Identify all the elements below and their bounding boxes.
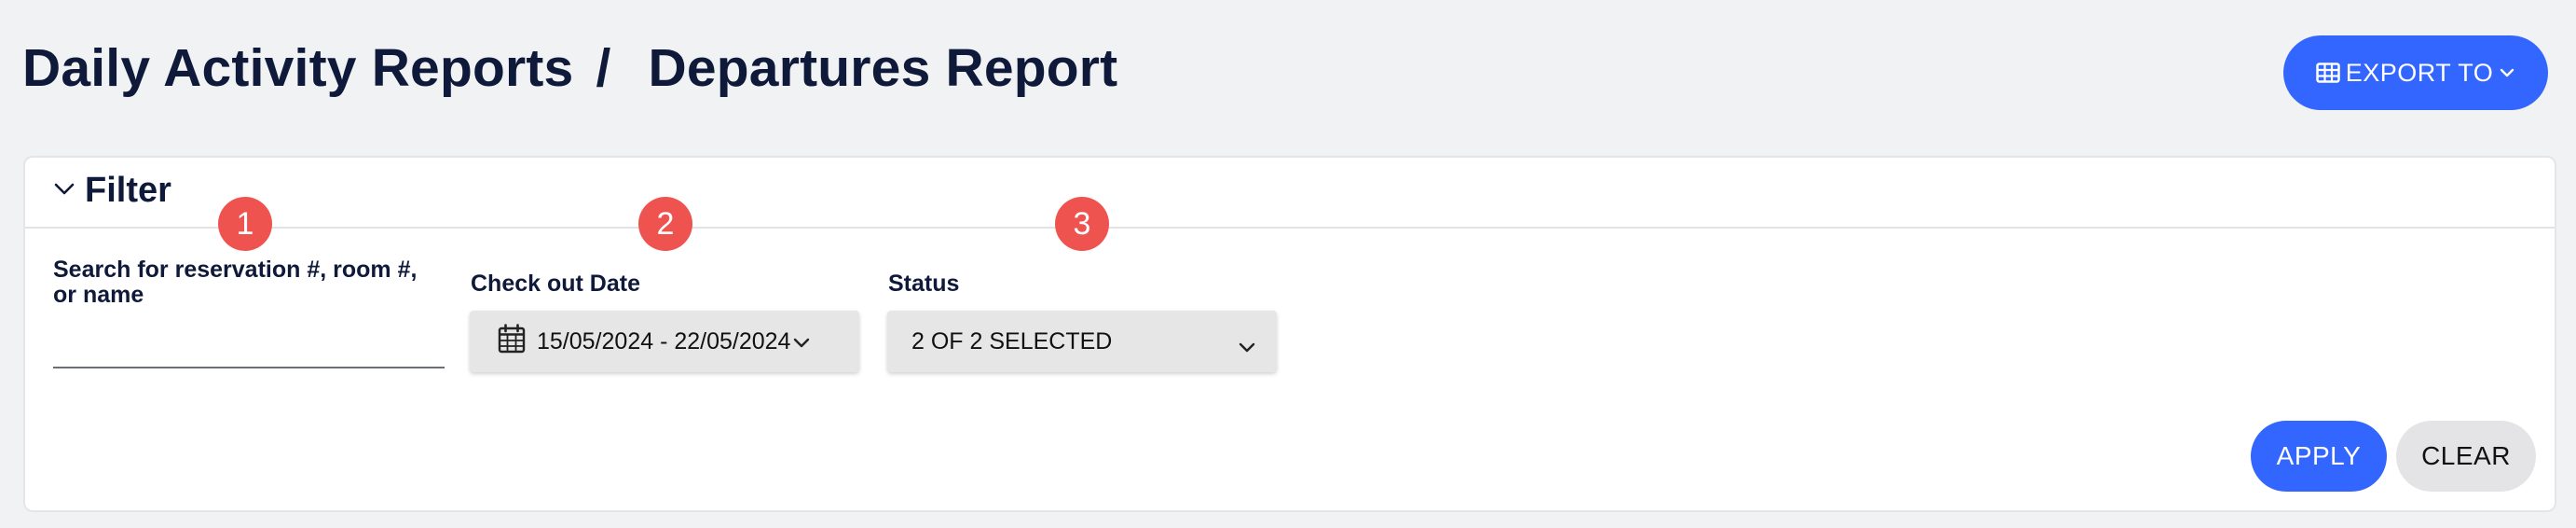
checkout-date-label: Check out Date [471,271,640,297]
step-badge-1: 1 [218,197,272,251]
checkout-date-value: 15/05/2024 - 22/05/2024 [537,327,791,354]
export-button-label: EXPORT TO [2345,58,2494,87]
clear-button[interactable]: CLEAR [2396,421,2536,492]
breadcrumb-parent[interactable]: Daily Activity Reports [22,37,573,99]
status-value: 2 OF 2 SELECTED [911,327,1113,354]
filter-title: Filter [85,171,171,210]
step-badge-3: 3 [1055,197,1109,251]
status-select[interactable]: 2 OF 2 SELECTED [887,311,1277,372]
page-header: Daily Activity Reports / Departures Repo… [22,30,2554,114]
breadcrumb: Daily Activity Reports / Departures Repo… [22,37,1117,99]
step-badge-2: 2 [638,197,692,251]
checkout-date-picker[interactable]: 15/05/2024 - 22/05/2024 [470,311,859,372]
search-label-line2: or name [53,282,144,308]
chevron-down-icon [2499,67,2515,78]
filter-panel: Filter 1 2 3 Search for reservation #, r… [23,156,2556,512]
calendar-icon [498,323,526,360]
export-button[interactable]: EXPORT TO [2283,35,2548,110]
search-label-line1: Search for reservation #, room #, [53,257,418,283]
search-input[interactable] [53,324,445,368]
filter-toggle[interactable]: Filter [53,171,171,211]
chevron-down-icon [792,328,811,355]
search-label: Search for reservation #, room #, or nam… [53,257,417,308]
breadcrumb-separator: / [596,38,611,98]
filter-panel-header: Filter [25,158,2555,229]
table-icon [2315,63,2340,83]
page-title: Departures Report [648,38,1118,98]
chevron-down-icon [53,181,75,201]
apply-button[interactable]: APPLY [2251,421,2387,492]
chevron-down-icon [1238,333,1256,360]
status-label: Status [888,271,960,297]
